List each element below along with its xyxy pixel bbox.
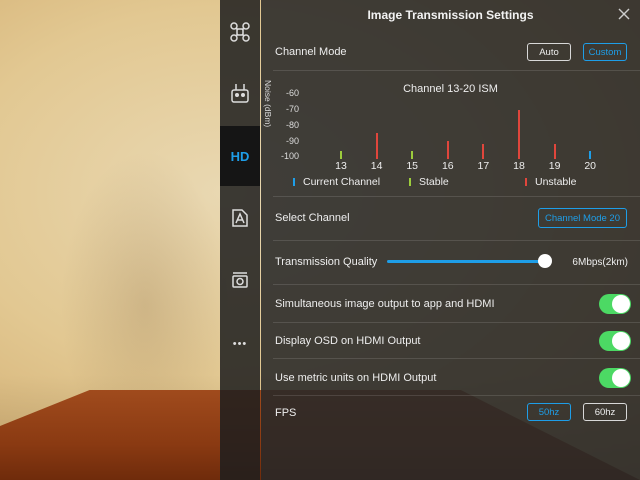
- select-channel-label: Select Channel: [275, 212, 350, 224]
- chart-y-tick: -90: [285, 136, 299, 146]
- divider: [273, 284, 640, 285]
- chart-x-tick: 17: [477, 160, 490, 172]
- sidebar-item-battery[interactable]: [220, 188, 260, 248]
- toggle-knob: [612, 332, 630, 350]
- chart-title: Channel 13-20 ISM: [403, 83, 498, 95]
- legend-unstable-label: Unstable: [535, 176, 577, 188]
- chart-x-tick: 13: [335, 160, 347, 172]
- divider: [273, 70, 640, 71]
- chart-bar-channel-18: [518, 109, 520, 159]
- sidebar-item-remote-controller[interactable]: [220, 64, 260, 124]
- slider-track: [387, 260, 545, 263]
- chart-bar-channel-20: [589, 150, 592, 159]
- display-osd-toggle[interactable]: [599, 331, 631, 351]
- legend-swatch-stable: [409, 178, 411, 186]
- toggle-label-display-osd: Display OSD on HDMI Output: [275, 335, 421, 347]
- camera-icon: [232, 272, 248, 288]
- settings-sidebar: HD •••: [220, 0, 260, 480]
- divider: [273, 322, 640, 323]
- more-icon: •••: [232, 338, 248, 350]
- remote-controller-icon: [231, 84, 249, 103]
- chart-y-tick: -70: [285, 104, 299, 114]
- chart-y-tick: -60: [285, 88, 299, 98]
- chart-bar-channel-13: [340, 150, 342, 159]
- slider-thumb[interactable]: [538, 254, 552, 268]
- chart-x-tick: 20: [584, 160, 597, 172]
- transmission-quality-value: 6Mbps(2km): [572, 257, 628, 268]
- close-icon: [618, 8, 630, 20]
- chart-x-tick: 16: [441, 160, 454, 172]
- divider: [273, 240, 640, 241]
- sidebar-item-more[interactable]: •••: [220, 314, 260, 374]
- chart-y-tick: -100: [280, 151, 299, 161]
- channel-mode-auto-button[interactable]: Auto: [527, 43, 571, 61]
- legend-stable-label: Stable: [419, 176, 449, 188]
- close-button[interactable]: [617, 7, 631, 21]
- fps-50hz-button[interactable]: 50hz: [527, 403, 571, 421]
- select-channel-button[interactable]: Channel Mode 20: [538, 208, 627, 228]
- chart-x-tick: 19: [548, 160, 561, 172]
- divider: [273, 358, 640, 359]
- divider: [273, 196, 640, 197]
- fps-60hz-button[interactable]: 60hz: [583, 403, 627, 421]
- sidebar-item-hd[interactable]: HD: [220, 126, 260, 186]
- chart-bar-channel-15: [411, 150, 414, 159]
- sidebar-item-camera[interactable]: [220, 250, 260, 310]
- divider: [273, 395, 640, 396]
- chart-bar-channel-16: [446, 140, 449, 159]
- legend-swatch-unstable: [525, 178, 527, 186]
- chart-bar-channel-19: [553, 144, 556, 159]
- transmission-quality-label: Transmission Quality: [275, 256, 378, 268]
- toggle-knob: [612, 369, 630, 387]
- chart-y-tick: -80: [285, 120, 299, 130]
- simultaneous-output-toggle[interactable]: [599, 294, 631, 314]
- channel-mode-label: Channel Mode: [275, 46, 347, 58]
- chart-bar-channel-17: [482, 144, 485, 159]
- toggle-knob: [612, 295, 630, 313]
- chart-y-axis-label: Noise (dBm): [263, 80, 273, 128]
- channel-mode-custom-button[interactable]: Custom: [583, 43, 627, 61]
- chart-bar-channel-14: [375, 132, 378, 159]
- legend-swatch-current: [293, 178, 295, 186]
- toggle-label-metric-units: Use metric units on HDMI Output: [275, 372, 437, 384]
- legend-current-label: Current Channel: [303, 176, 381, 188]
- camera-haze: [60, 150, 230, 410]
- legend-unstable: Unstable: [525, 176, 576, 188]
- aircraft-icon: [230, 22, 250, 42]
- chart-x-tick: 14: [370, 160, 383, 172]
- hd-transmission-icon: HD: [230, 148, 250, 164]
- metric-units-toggle[interactable]: [599, 368, 631, 388]
- sidebar-item-aircraft[interactable]: [220, 2, 260, 62]
- battery-settings-icon: [232, 209, 248, 227]
- panel-title: Image Transmission Settings: [367, 8, 534, 22]
- toggle-label-simultaneous-output: Simultaneous image output to app and HDM…: [275, 298, 495, 310]
- chart-x-tick: 18: [513, 160, 525, 172]
- legend-current-channel: Current Channel: [293, 176, 380, 188]
- legend-stable: Stable: [409, 176, 449, 188]
- chart-x-tick: 15: [406, 160, 419, 172]
- fps-label: FPS: [275, 407, 297, 419]
- image-transmission-settings-panel: Image Transmission Settings Channel Mode…: [261, 0, 640, 480]
